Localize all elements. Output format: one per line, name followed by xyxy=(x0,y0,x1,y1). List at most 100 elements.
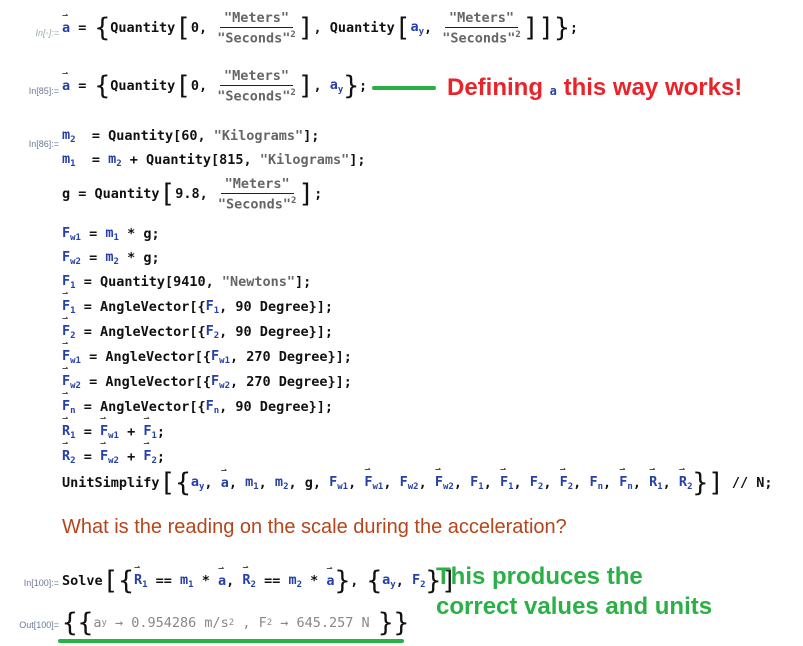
subscript: 2 xyxy=(113,257,119,267)
code-text: , xyxy=(395,573,412,589)
code-line[interactable]: {{a y → 0.954286 m/s 2 , F2 → 645.257 N }} xyxy=(62,610,409,636)
code-text: , xyxy=(204,475,221,491)
code-line[interactable]: UnitSimplify[{ay, a, m1, m2, g, Fw1, Fw1… xyxy=(62,464,773,498)
code-text: 0, xyxy=(190,78,216,95)
subscript: w2 xyxy=(108,456,119,466)
code-text: Quantity xyxy=(110,20,176,37)
code-line[interactable]: Solve[{R1 == m1 * a, R2 == m2 * a}, {ay,… xyxy=(62,562,457,596)
subscript: w1 xyxy=(70,356,81,366)
code-text: , 270 Degree}]; xyxy=(230,349,352,365)
variable: Fn xyxy=(589,474,603,492)
subscript: 1 xyxy=(142,580,148,590)
variable: ay xyxy=(329,77,344,96)
variable: m2 xyxy=(105,249,119,267)
code-line[interactable]: F2 = AngleVector[{F2, 90 Degree}]; xyxy=(62,313,333,341)
bracket: ] xyxy=(298,179,315,210)
cell-label: In[86]:= xyxy=(28,139,59,149)
code-text: , xyxy=(348,475,365,491)
code-text: + xyxy=(118,449,144,465)
fraction: "Meters" "Seconds"2 xyxy=(217,68,296,105)
code-line[interactable]: F1 = Quantity[9410, "Newtons"]; xyxy=(62,273,311,291)
code-line[interactable]: a = {Quantity[0, "Meters""Seconds"2], Qu… xyxy=(62,10,578,47)
code-line[interactable]: Fw1 = AngleVector[{Fw1, 270 Degree}]; xyxy=(62,338,352,366)
vector-variable: R2 xyxy=(62,438,76,466)
subscript: w1 xyxy=(108,431,119,441)
code-text: , xyxy=(350,573,367,589)
subscript: y xyxy=(199,482,205,492)
subscript: 2 xyxy=(70,135,76,145)
variable: F1 xyxy=(470,474,484,492)
subscript: 2 xyxy=(250,580,256,590)
code-line[interactable]: R2 = Fw2 + F2; xyxy=(62,438,165,466)
string-literal: "Kilograms" xyxy=(213,128,304,144)
code-text: , 90 Degree}]; xyxy=(219,324,333,340)
subscript: 1 xyxy=(188,580,194,590)
numerator: "Meters" xyxy=(445,10,519,28)
vector-variable: a xyxy=(218,563,226,589)
code-text: * xyxy=(193,573,218,589)
code-text: , xyxy=(313,78,330,95)
code-text: , xyxy=(483,475,500,491)
code-text: , g, xyxy=(288,475,330,491)
subscript: n xyxy=(70,406,76,416)
code-text: , Quantity xyxy=(313,20,395,37)
subscript: n xyxy=(597,482,603,492)
subscript: w2 xyxy=(219,381,231,391)
numerator: "Meters" xyxy=(220,68,294,86)
fraction: "Meters" "Seconds"2 xyxy=(218,176,297,213)
vector-variable: F1 xyxy=(500,464,514,492)
subscript: w1 xyxy=(372,482,384,492)
variable: ay xyxy=(410,19,424,38)
code-line[interactable]: Fw1 = m1 * g; xyxy=(62,225,160,243)
variable: Fw1 xyxy=(211,348,231,366)
note-defining-post: this way works! xyxy=(563,74,743,101)
cell-label: In[◦]:= xyxy=(35,28,59,38)
vector-variable: R2 xyxy=(242,562,256,590)
subscript: w2 xyxy=(70,381,81,391)
variable: Fw2 xyxy=(399,474,419,492)
subscript: 1 xyxy=(151,431,157,441)
bracket: [ xyxy=(175,71,191,102)
cell-label: In[100]:= xyxy=(23,578,59,588)
subscript: 2 xyxy=(687,482,693,492)
code-line[interactable]: a = {Quantity[0, "Meters" "Seconds"2], ay… xyxy=(62,68,367,105)
code-line[interactable]: Fw2 = m2 * g; xyxy=(62,249,160,267)
subscript: w2 xyxy=(70,257,81,267)
string-literal: "Newtons" xyxy=(221,274,296,290)
variable: m1 xyxy=(62,151,76,169)
code-line[interactable]: Fw2 = AngleVector[{Fw2, 270 Degree}]; xyxy=(62,363,352,391)
denominator: "Seconds"2 xyxy=(217,88,296,105)
code-text: , xyxy=(513,475,530,491)
note-produces-line1: This produces the xyxy=(436,563,643,590)
variable: Fn xyxy=(205,398,220,416)
denominator: "Seconds"2 xyxy=(217,196,297,213)
code-text: = Quantity[60, xyxy=(75,128,214,144)
question-text-cell[interactable]: What is the reading on the scale during … xyxy=(62,516,567,539)
subscript: 1 xyxy=(113,233,119,243)
bracket: { xyxy=(94,13,111,44)
green-arrow-line xyxy=(372,86,436,90)
code-line[interactable]: m2 = Quantity[60, "Kilograms"]; xyxy=(62,127,319,145)
code-line[interactable]: g = Quantity[9.8, "Meters" "Seconds"2]; xyxy=(62,176,322,213)
bracket: ] xyxy=(297,71,314,102)
code-text: = AngleVector[{ xyxy=(80,349,212,365)
code-line[interactable]: R1 = Fw1 + F1; xyxy=(62,413,165,441)
subscript: 2 xyxy=(116,159,122,169)
bracket: }] xyxy=(692,468,724,498)
bracket: [{ xyxy=(102,566,134,596)
code-line[interactable]: F1 = AngleVector[{F1, 90 Degree}]; xyxy=(62,288,333,316)
variable: m1 xyxy=(105,225,119,243)
variable: F2 xyxy=(529,474,544,492)
note-produces-line2: correct values and units xyxy=(436,593,713,620)
code-text: , xyxy=(424,20,441,37)
code-text: = xyxy=(80,226,106,242)
code-text: 9.8, xyxy=(175,186,216,203)
code-text: = xyxy=(80,250,106,266)
variable: F1 xyxy=(205,298,220,316)
subscript: 2 xyxy=(537,482,544,492)
code-text: = xyxy=(70,78,95,95)
code-text: , xyxy=(258,475,275,491)
subscript: 2 xyxy=(70,456,76,466)
code-line[interactable]: m1 = m2 + Quantity[815, "Kilograms"]; xyxy=(62,151,365,169)
cell-label: In[85]:= xyxy=(28,86,59,96)
